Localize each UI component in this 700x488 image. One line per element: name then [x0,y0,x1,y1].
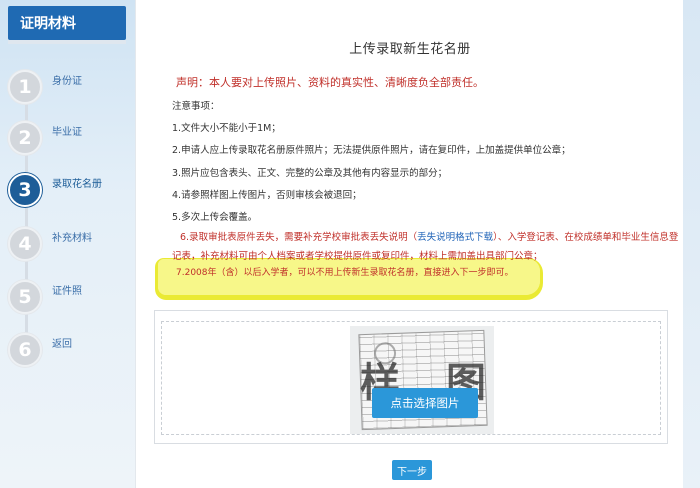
note-item-7: 7.2008年（含）以后入学者，可以不用上传新生录取花名册，直接进入下一步即可。 [176,268,514,278]
note-item: 1.文件大小不能小于1M； [172,123,281,134]
next-step-button[interactable]: 下一步 [392,460,432,480]
step-label: 补充材料 [52,233,92,244]
page-title: 上传录取新生花名册 [349,42,471,57]
main-panel: 上传录取新生花名册 声明：本人要对上传照片、资料的真实性、清晰度负全部责任。 注… [135,0,683,488]
step-diploma[interactable]: 2 毕业证 [8,121,128,159]
lost-statement-download-link[interactable]: 丢失说明格式下载 [417,232,493,243]
note-item: 4.请参照样图上传图片，否则审核会被退回； [172,190,362,201]
step-number-badge: 5 [8,280,42,314]
page-edge [683,0,700,488]
upload-area: 样 图 点击选择图片 [154,310,668,444]
step-label: 毕业证 [52,127,82,138]
step-admission-roster[interactable]: 3 录取花名册 [8,173,128,211]
sidebar: 证明材料 1 身份证 2 毕业证 3 录取花名册 4 补充材料 5 证件照 6 … [0,0,135,488]
note-item: 2.申请人应上传录取花名册原件照片；无法提供原件照片，请在复印件，上加盖提供单位… [172,145,571,156]
step-label: 返回 [52,339,72,350]
step-label: 证件照 [52,286,82,297]
upload-dropzone[interactable]: 样 图 点击选择图片 [161,321,661,435]
step-id-photo[interactable]: 5 证件照 [8,280,128,318]
step-number-badge: 6 [8,333,42,367]
note-item-6: 6.录取审批表原件丢失，需要补充学校审批表丢失说明（丢失说明格式下载）、入学登记… [172,228,682,266]
note-item: 3.照片应包含表头、正文、完整的公章及其他有内容显示的部分； [172,168,448,179]
sample-image: 样 图 点击选择图片 [350,326,494,434]
sidebar-header: 证明材料 [8,6,126,44]
step-id-card[interactable]: 1 身份证 [8,70,128,108]
step-number-badge: 2 [8,121,42,155]
notes-heading: 注意事项： [172,101,220,112]
note-item: 5.多次上传会覆盖。 [172,212,258,223]
step-supplementary[interactable]: 4 补充材料 [8,227,128,265]
step-number-badge: 4 [8,227,42,261]
step-return[interactable]: 6 返回 [8,333,128,371]
step-number-badge: 3 [8,173,42,207]
note6-text-start: 6.录取审批表原件丢失，需要补充学校审批表丢失说明（ [180,232,418,243]
step-number-badge: 1 [8,70,42,104]
select-image-button[interactable]: 点击选择图片 [372,388,478,418]
step-label: 身份证 [52,76,82,87]
step-label: 录取花名册 [52,179,102,190]
declaration-text: 声明：本人要对上传照片、资料的真实性、清晰度负全部责任。 [176,76,484,89]
